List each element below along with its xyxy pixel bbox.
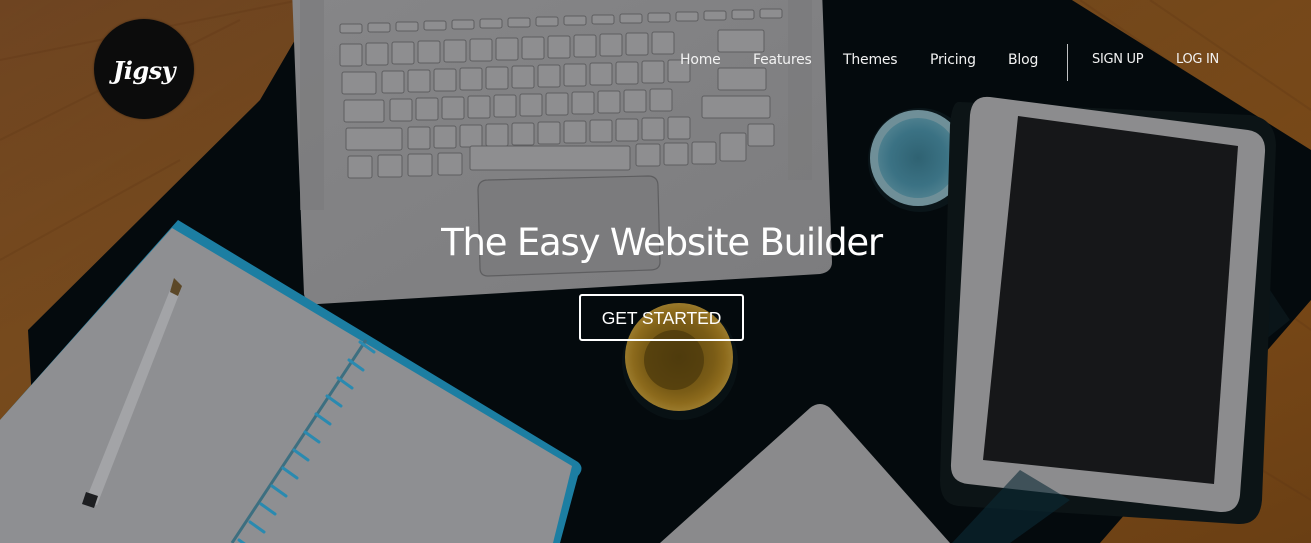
- nav-item-themes[interactable]: Themes: [843, 52, 898, 68]
- nav-item-home[interactable]: Home: [680, 52, 721, 68]
- nav-divider: [1067, 44, 1068, 81]
- nav-item-pricing[interactable]: Pricing: [930, 52, 976, 68]
- sign-up-link[interactable]: SIGN UP: [1092, 52, 1144, 67]
- nav-item-blog[interactable]: Blog: [1008, 52, 1038, 68]
- hero-headline: The Easy Website Builder: [441, 221, 883, 264]
- main-nav: Home Features Themes Pricing Blog SIGN U…: [0, 44, 1311, 81]
- hero-background-image: [0, 0, 1311, 543]
- get-started-button[interactable]: GET STARTED: [579, 294, 744, 341]
- hero-section: Jigsy Home Features Themes Pricing Blog …: [0, 0, 1311, 543]
- log-in-link[interactable]: LOG IN: [1176, 52, 1219, 67]
- nav-item-features[interactable]: Features: [753, 52, 812, 68]
